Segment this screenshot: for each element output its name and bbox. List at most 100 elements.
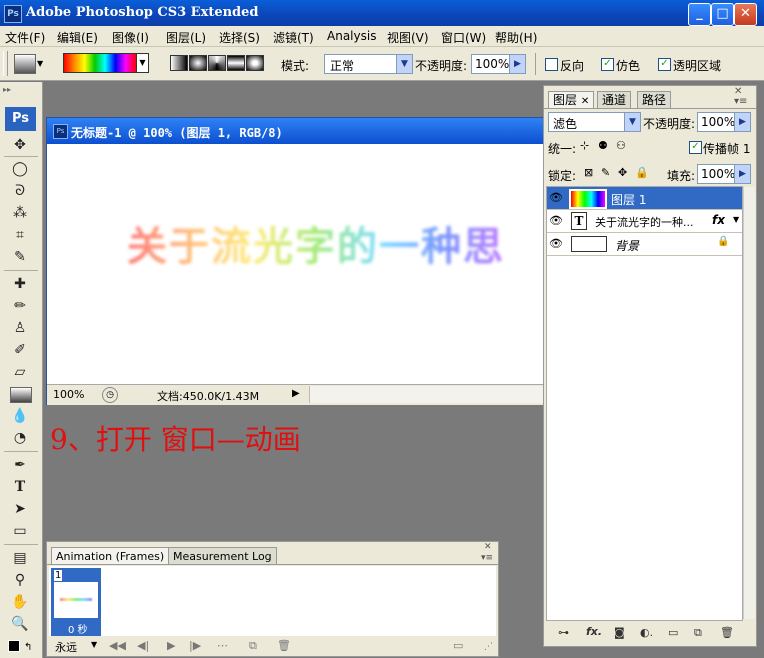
move-tool-icon[interactable]: ✥ xyxy=(8,135,32,155)
type-tool-icon[interactable]: T xyxy=(8,477,32,497)
convert-timeline-icon[interactable]: ▭ xyxy=(453,639,463,652)
reverse-checkbox[interactable] xyxy=(545,58,558,71)
toolbox-collapse-icon[interactable]: ▸▸ xyxy=(3,85,11,94)
menu-image[interactable]: 图像(I) xyxy=(112,29,149,46)
diamond-gradient-icon[interactable] xyxy=(246,55,264,71)
layer-effects-icon[interactable]: fx xyxy=(712,213,725,227)
canvas[interactable]: 关于流光字的一种思 xyxy=(47,144,545,384)
tool-preset-icon[interactable] xyxy=(14,54,36,74)
reflected-gradient-icon[interactable] xyxy=(227,55,245,71)
lock-all-icon[interactable]: 🔒 xyxy=(635,166,649,179)
loop-select[interactable]: 永远 xyxy=(55,639,77,655)
healing-brush-tool-icon[interactable]: ✚ xyxy=(8,274,32,294)
menu-analysis[interactable]: Analysis xyxy=(327,29,376,43)
close-button[interactable]: ✕ xyxy=(734,3,757,26)
layer-row-3[interactable]: 👁 背景 🔒 xyxy=(547,233,742,256)
pen-tool-icon[interactable]: ✒ xyxy=(8,455,32,475)
foreground-color-swatch[interactable] xyxy=(8,640,20,652)
tab-channels[interactable]: 通道 xyxy=(597,91,632,109)
menu-edit[interactable]: 编辑(E) xyxy=(57,29,98,46)
clone-stamp-tool-icon[interactable]: ♙ xyxy=(8,318,32,338)
brush-tool-icon[interactable]: ✏ xyxy=(8,296,32,316)
tab-layers[interactable]: 图层 ✕ xyxy=(548,91,595,109)
menu-layer[interactable]: 图层(L) xyxy=(166,29,206,46)
first-frame-icon[interactable]: ◀◀ xyxy=(109,639,126,652)
gradient-picker[interactable] xyxy=(63,53,137,73)
history-brush-tool-icon[interactable]: ✐ xyxy=(8,340,32,360)
menu-view[interactable]: 视图(V) xyxy=(387,29,429,46)
tween-icon[interactable]: ⋯ xyxy=(217,639,228,652)
loop-dropdown-icon[interactable]: ▼ xyxy=(91,640,97,649)
dither-checkbox[interactable]: ✓ xyxy=(601,58,614,71)
dodge-tool-icon[interactable]: ◔ xyxy=(8,428,32,448)
add-mask-icon[interactable]: ◙ xyxy=(614,626,625,639)
opacity-slider-icon[interactable]: ▶ xyxy=(509,54,526,74)
layer-opacity-input[interactable]: 100% xyxy=(697,112,735,132)
tab-paths[interactable]: 路径 xyxy=(637,91,672,109)
play-icon[interactable]: ▶ xyxy=(167,639,175,652)
visibility-eye-icon[interactable]: 👁 xyxy=(549,214,563,227)
zoom-level[interactable]: 100% xyxy=(53,388,84,401)
path-selection-tool-icon[interactable]: ➤ xyxy=(8,499,32,519)
mode-dropdown-icon[interactable]: ▼ xyxy=(396,54,413,74)
linear-gradient-icon[interactable] xyxy=(170,55,188,71)
tab-close-icon[interactable]: ✕ xyxy=(581,96,589,107)
delete-frame-icon[interactable]: 🗑 xyxy=(277,639,291,652)
lasso-tool-icon[interactable]: ᘐ xyxy=(8,181,32,201)
marquee-tool-icon[interactable]: ◯ xyxy=(8,159,32,179)
angle-gradient-icon[interactable] xyxy=(208,55,226,71)
frame-1[interactable]: 1 0 秒 xyxy=(51,568,101,636)
propagate-frame-checkbox[interactable]: ✓ xyxy=(689,141,702,154)
next-frame-icon[interactable]: |▶ xyxy=(189,639,201,652)
previous-frame-icon[interactable]: ◀| xyxy=(137,639,149,652)
blend-mode-select[interactable]: 滤色 xyxy=(548,112,628,132)
shape-tool-icon[interactable]: ▭ xyxy=(8,521,32,541)
notes-tool-icon[interactable]: ▤ xyxy=(8,548,32,568)
status-info-icon[interactable]: ◷ xyxy=(102,387,118,403)
blur-tool-icon[interactable]: 💧 xyxy=(8,406,32,426)
eraser-tool-icon[interactable]: ▱ xyxy=(8,362,32,382)
tool-preset-dropdown-icon[interactable]: ▼ xyxy=(37,59,43,68)
tab-measurement-log[interactable]: Measurement Log xyxy=(168,547,277,565)
document-title-bar[interactable]: Ps 无标题-1 @ 100% (图层 1, RGB/8) xyxy=(47,118,545,144)
lock-position-icon[interactable]: ✥ xyxy=(618,166,627,179)
horizontal-scrollbar[interactable] xyxy=(309,386,546,403)
menu-select[interactable]: 选择(S) xyxy=(219,29,260,46)
panel-menu-icon[interactable]: ▾≡ xyxy=(481,553,493,563)
unify-style-icon[interactable]: ⚇ xyxy=(616,139,626,152)
opacity-input[interactable]: 100% xyxy=(471,54,511,74)
menu-file[interactable]: 文件(F) xyxy=(5,29,45,46)
eyedropper-tool-icon[interactable]: ⚲ xyxy=(8,570,32,590)
adjustment-layer-icon[interactable]: ◐. xyxy=(640,626,653,639)
maximize-button[interactable]: □ xyxy=(711,3,734,26)
resize-grip-icon[interactable]: ⋰ xyxy=(484,642,493,652)
tab-animation-frames[interactable]: Animation (Frames) ✕ xyxy=(51,547,181,565)
layer-opacity-slider-icon[interactable]: ▶ xyxy=(734,112,751,132)
blend-mode-dropdown-icon[interactable]: ▼ xyxy=(624,112,641,132)
fill-input[interactable]: 100% xyxy=(697,164,735,184)
link-layers-icon[interactable]: ⊶ xyxy=(558,626,569,639)
hand-tool-icon[interactable]: ✋ xyxy=(8,592,32,612)
menu-filter[interactable]: 滤镜(T) xyxy=(273,29,314,46)
frame-delay[interactable]: 0 秒 xyxy=(68,621,88,636)
slice-tool-icon[interactable]: ✎ xyxy=(8,247,32,267)
expand-effects-icon[interactable]: ▼ xyxy=(733,215,739,224)
fill-slider-icon[interactable]: ▶ xyxy=(734,164,751,184)
duplicate-frame-icon[interactable]: ⧉ xyxy=(249,639,257,653)
unify-visibility-icon[interactable]: ⚉ xyxy=(598,139,608,152)
gradient-tool-icon[interactable] xyxy=(10,387,32,403)
swap-colors-icon[interactable]: ↰ xyxy=(24,642,32,653)
new-group-icon[interactable]: ▭ xyxy=(668,626,678,639)
lock-transparent-icon[interactable]: ⊠ xyxy=(584,166,593,179)
minimize-button[interactable]: _ xyxy=(688,3,711,26)
status-menu-icon[interactable]: ▶ xyxy=(292,388,300,399)
panel-close-icon[interactable]: ✕ xyxy=(484,542,492,552)
menu-window[interactable]: 窗口(W) xyxy=(441,29,486,46)
crop-tool-icon[interactable]: ⌗ xyxy=(8,225,32,245)
unify-position-icon[interactable]: ⊹ xyxy=(580,139,589,152)
panel-menu-icon[interactable]: ▾≡ xyxy=(734,96,747,107)
layer-row-2[interactable]: 👁 T 关于流光字的一种... fx ▼ xyxy=(547,210,742,233)
magic-wand-tool-icon[interactable]: ⁂ xyxy=(8,203,32,223)
layer-row-1[interactable]: 👁 图层 1 xyxy=(547,187,742,210)
zoom-tool-icon[interactable]: 🔍 xyxy=(8,614,32,634)
